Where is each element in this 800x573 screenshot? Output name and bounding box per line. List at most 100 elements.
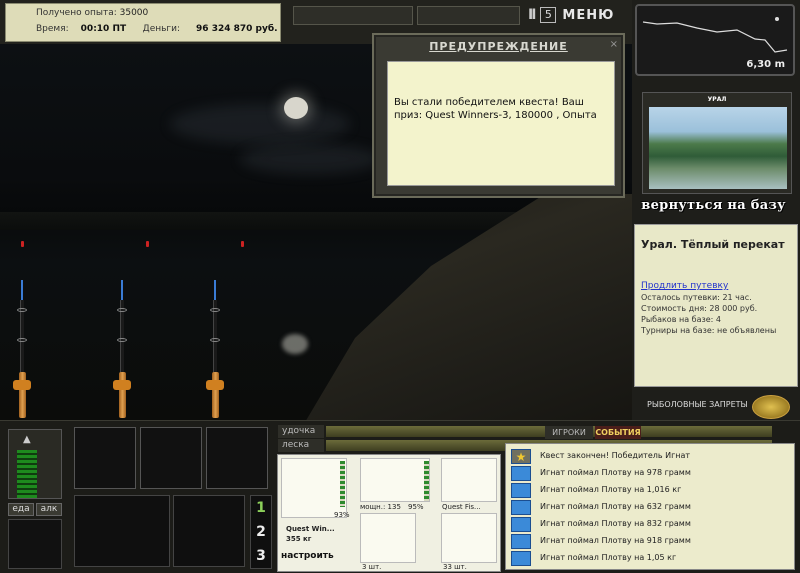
tab-events[interactable]: СОБЫТИЯ — [595, 426, 641, 439]
anglers-count: Рыбаков на базе: 4 — [641, 315, 721, 324]
rod-tip — [121, 280, 123, 302]
basket-icon[interactable] — [74, 495, 170, 567]
tab-players[interactable]: ИГРОКИ — [545, 426, 593, 439]
list-item: Игнат поймал Плотву на 1,05 кг — [506, 550, 794, 566]
event-text: Игнат поймал Плотву на 1,05 кг — [540, 553, 677, 562]
rod-number-2[interactable]: 2 — [251, 520, 271, 544]
time-value: 00:10 ПТ — [80, 24, 127, 34]
rod-name: Quest Win... — [286, 525, 335, 533]
float-1 — [21, 241, 24, 247]
rod-guide — [117, 308, 127, 312]
fish-icon — [511, 534, 531, 549]
moon-reflection — [282, 334, 308, 354]
eat-button[interactable]: еда — [8, 503, 34, 516]
tune-button[interactable]: настроить — [281, 551, 334, 561]
list-item: Игнат поймал Плотву на 832 грамм — [506, 516, 794, 532]
xp-label: Получено опыта: — [36, 8, 117, 18]
stats-panel: Получено опыта: 35000 Время: 00:10 ПТ Де… — [5, 3, 281, 42]
location-title: Урал. Тёплый перекат — [641, 238, 785, 251]
list-item: ★ Квест закончен! Победитель Игнат — [506, 448, 794, 464]
rod-handle — [212, 372, 219, 418]
close-icon[interactable]: × — [610, 39, 618, 50]
rod-image[interactable] — [281, 458, 347, 518]
rod-number-1[interactable]: 1 — [251, 496, 271, 520]
star-icon: ★ — [511, 449, 531, 464]
list-item: Игнат поймал Плотву на 1,016 кг — [506, 482, 794, 498]
notebook-icon[interactable] — [206, 427, 268, 489]
energy-bars — [17, 450, 37, 498]
reel-power: мощн.: 135 — [360, 503, 401, 511]
backpack-icon[interactable] — [140, 427, 202, 489]
line-spool-image[interactable] — [441, 458, 497, 502]
alcohol-button[interactable]: алк — [36, 503, 62, 516]
cloud — [240, 144, 380, 174]
warning-dialog: ПРЕДУПРЕЖДЕНИЕ × Вы стали победителем кв… — [372, 33, 625, 198]
energy-meter: ▲ — [8, 429, 62, 499]
event-text: Игнат поймал Плотву на 918 грамм — [540, 536, 691, 545]
rod-tip — [21, 280, 23, 302]
bait-image[interactable] — [441, 513, 497, 563]
arrow-up-icon: ▲ — [23, 434, 31, 445]
warning-title: ПРЕДУПРЕЖДЕНИЕ — [429, 40, 568, 53]
moon — [284, 97, 308, 119]
rod-weight: 355 кг — [286, 535, 312, 543]
top-slot-1[interactable] — [293, 6, 413, 25]
right-panel: 6,30 m УРАЛ вернуться на базу Урал. Тёпл… — [632, 0, 800, 420]
fishing-bans-button[interactable]: РЫБОЛОВНЫЕ ЗАПРЕТЫ — [647, 400, 748, 409]
location-info: Урал. Тёплый перекат Продлить путевку Ос… — [634, 224, 798, 387]
rod-guide — [117, 338, 127, 342]
depth-sounder: 6,30 m — [635, 4, 795, 76]
rod-selector: 1 2 3 — [250, 495, 272, 569]
time-label: Время: — [36, 24, 69, 34]
game-logo-icon — [752, 395, 790, 419]
rod-guide — [210, 308, 220, 312]
return-to-base-button[interactable]: вернуться на базу — [636, 198, 791, 220]
events-list: ★ Квест закончен! Победитель Игнат Игнат… — [505, 443, 795, 570]
keepnet-icon[interactable] — [173, 495, 245, 567]
list-item: Игнат поймал Плотву на 632 грамм — [506, 499, 794, 515]
event-text: Игнат поймал Плотву на 1,016 кг — [540, 485, 682, 494]
rod-gauge — [340, 461, 345, 507]
fish-icon — [511, 483, 531, 498]
tournaments: Турниры на базе: не объявлены — [641, 326, 777, 335]
xp-value: 35000 — [119, 8, 149, 18]
rod-3[interactable] — [205, 280, 227, 420]
rod-1[interactable] — [12, 280, 34, 420]
money-value: 96 324 870 руб. — [196, 24, 278, 34]
reel-image[interactable] — [360, 458, 430, 502]
rod-2[interactable] — [112, 280, 134, 420]
rod-reel — [113, 380, 131, 390]
warning-message: Вы стали победителем квеста! Ваш приз: Q… — [387, 61, 615, 186]
time-money-row: Время: 00:10 ПТ Деньги: 96 324 870 руб. — [36, 24, 280, 34]
bottom-panel: ▲ еда алк 1 2 3 удочка леска 93% Quest W… — [0, 420, 800, 573]
float-3 — [241, 241, 244, 247]
event-text: Квест закончен! Победитель Игнат — [540, 451, 691, 460]
event-text: Игнат поймал Плотву на 978 грамм — [540, 468, 691, 477]
float-2 — [146, 241, 149, 247]
menu-button[interactable]: МЕНЮ — [562, 8, 614, 23]
tackle-box-icon[interactable] — [74, 427, 136, 489]
chest-icon[interactable] — [8, 519, 62, 569]
cloud — [170, 104, 350, 144]
top-slot-2[interactable] — [417, 6, 520, 25]
game-controls: II 5 МЕНЮ — [528, 5, 628, 25]
pause-button[interactable]: II — [528, 7, 537, 23]
bait-count: 33 шт. — [443, 563, 467, 571]
rod-guide — [17, 338, 27, 342]
rod-number-3[interactable]: 3 — [251, 544, 271, 568]
list-item: Игнат поймал Плотву на 978 грамм — [506, 465, 794, 481]
game-screen: Получено опыта: 35000 Время: 00:10 ПТ Де… — [0, 0, 800, 573]
rod-handle — [119, 372, 126, 418]
events-tabs: ИГРОКИ СОБЫТИЯ — [545, 426, 641, 439]
extend-permit-link[interactable]: Продлить путевку — [641, 281, 728, 291]
rod-handle — [19, 372, 26, 418]
fish-icon — [511, 500, 531, 515]
money-label: Деньги: — [142, 24, 181, 34]
event-text: Игнат поймал Плотву на 832 грамм — [540, 519, 691, 528]
tackle-panel: 93% Quest Win... 355 кг настроить мощн.:… — [277, 454, 501, 572]
fish-icon — [511, 551, 531, 566]
speed-button[interactable]: 5 — [540, 7, 557, 23]
location-photo-frame: УРАЛ — [642, 92, 792, 194]
hook-image[interactable] — [360, 513, 416, 563]
rod-reel — [206, 380, 224, 390]
